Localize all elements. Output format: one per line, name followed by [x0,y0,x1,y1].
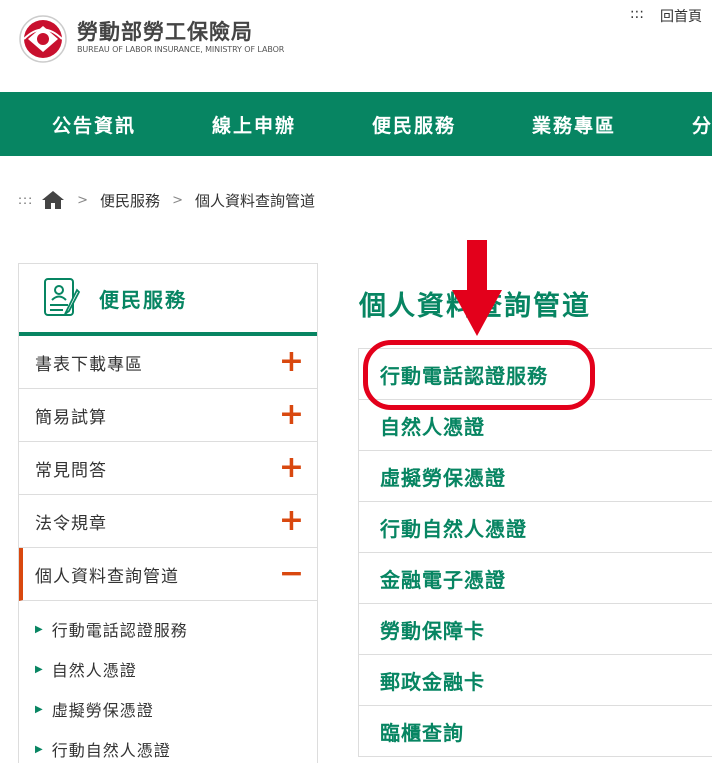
nav-item-public-services[interactable]: 便民服務 [372,111,532,138]
breadcrumb-separator: > [172,192,183,208]
link-labor-card[interactable]: 勞動保障卡 [358,604,712,655]
nav-item-business[interactable]: 業務專區 [532,111,692,138]
annotation-arrow-icon [452,240,502,336]
sidebar-subitem-label: 行動自然人憑證 [51,741,171,760]
sidebar-item-label: 法令規章 [35,513,107,534]
accesskey-link[interactable]: ::: [630,6,644,26]
link-financial-cert[interactable]: 金融電子憑證 [358,553,712,604]
home-link[interactable]: 回首頁 [660,6,702,26]
sidebar-subitem-citizen-cert[interactable]: ▶ 自然人憑證 [19,649,317,689]
sidebar-item-personal-data[interactable]: 個人資料查詢管道 − [19,548,317,601]
sidebar-item-faq[interactable]: 常見問答 + [19,442,317,495]
sidebar-sub-list: ▶ 行動電話認證服務 ▶ 自然人憑證 ▶ 虛擬勞保憑證 ▶ 行動自然人憑證 [19,601,317,763]
expand-icon[interactable]: + [279,506,305,536]
nav-item-partial[interactable]: 分 [692,111,712,138]
document-person-icon [44,278,81,316]
triangle-bullet-icon: ▶ [35,743,44,755]
sidebar-header: 便民服務 [19,264,317,336]
sidebar-item-calculator[interactable]: 簡易試算 + [19,389,317,442]
sidebar-item-regulations[interactable]: 法令規章 + [19,495,317,548]
logo-title[interactable]: 勞動部勞工保險局 [77,16,253,46]
sidebar-subitem-label: 自然人憑證 [51,661,137,680]
logo-subtitle: BUREAU OF LABOR INSURANCE, MINISTRY OF L… [77,45,285,54]
link-postal-card[interactable]: 郵政金融卡 [358,655,712,706]
annotation-highlight-ring [363,340,595,410]
expand-icon[interactable]: + [279,400,305,430]
main-nav: 公告資訊 線上申辦 便民服務 業務專區 分 [0,92,712,156]
sidebar-item-label: 個人資料查詢管道 [35,566,179,587]
collapse-icon[interactable]: − [279,559,305,589]
sidebar-subitem-virtual-cert[interactable]: ▶ 虛擬勞保憑證 [19,689,317,729]
breadcrumb: ::: > 便民服務 > 個人資料查詢管道 [18,188,315,212]
breadcrumb-item-public-services[interactable]: 便民服務 [100,190,160,211]
nav-item-online-services[interactable]: 線上申辦 [212,111,372,138]
site-header: 勞動部勞工保險局 BUREAU OF LABOR INSURANCE, MINI… [0,0,712,92]
link-virtual-cert[interactable]: 虛擬勞保憑證 [358,451,712,502]
page: 勞動部勞工保險局 BUREAU OF LABOR INSURANCE, MINI… [0,0,712,763]
sidebar-subitem-mobile-auth[interactable]: ▶ 行動電話認證服務 [19,609,317,649]
triangle-bullet-icon: ▶ [35,623,44,635]
breadcrumb-separator: > [77,192,89,208]
triangle-bullet-icon: ▶ [35,703,44,715]
sidebar-subitem-label: 虛擬勞保憑證 [51,701,154,720]
sidebar-item-label: 常見問答 [35,460,107,481]
link-mobile-citizen-cert[interactable]: 行動自然人憑證 [358,502,712,553]
expand-icon[interactable]: + [279,453,305,483]
sidebar-item-label: 簡易試算 [35,407,107,428]
breadcrumb-accesskey[interactable]: ::: [18,193,33,207]
link-counter-inquiry[interactable]: 臨櫃查詢 [358,706,712,757]
sidebar-subitem-mobile-citizen-cert[interactable]: ▶ 行動自然人憑證 [19,729,317,763]
sidebar-subitem-label: 行動電話認證服務 [51,621,188,640]
breadcrumb-item-current: 個人資料查詢管道 [194,191,315,210]
sidebar-item-forms[interactable]: 書表下載專區 + [19,336,317,389]
expand-icon[interactable]: + [279,347,305,377]
nav-item-announcements[interactable]: 公告資訊 [52,111,212,138]
sidebar-title: 便民服務 [99,287,187,312]
home-icon[interactable] [41,190,65,210]
sidebar-item-label: 書表下載專區 [35,354,143,375]
bli-logo-icon[interactable] [18,14,68,64]
sidebar: 便民服務 書表下載專區 + 簡易試算 + 常見問答 + 法令規章 + 個人資料查… [18,263,318,763]
triangle-bullet-icon: ▶ [35,663,44,675]
top-links: ::: 回首頁 [630,6,702,26]
